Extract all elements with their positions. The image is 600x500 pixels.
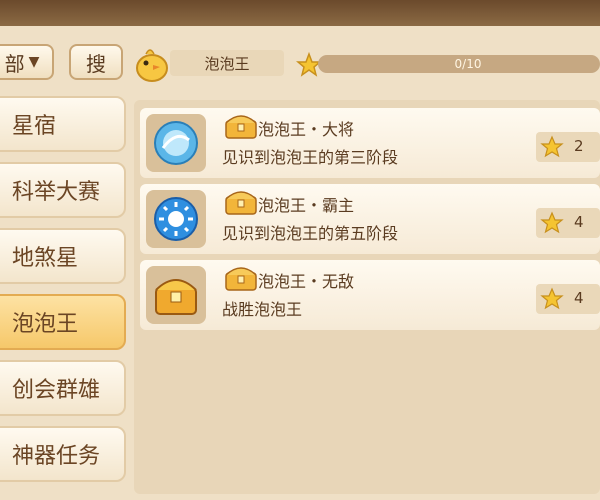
sidebar-item-label: 地煞星 bbox=[12, 246, 79, 271]
achievement-row[interactable]: 泡泡王・霸主 见识到泡泡王的第五阶段 4 bbox=[140, 184, 600, 254]
reward-points: 2 bbox=[574, 137, 584, 155]
sidebar-item-label: 神器任务 bbox=[12, 444, 101, 469]
sidebar: 星宿 科举大赛 地煞星 泡泡王 创会群雄 神器任务 bbox=[0, 96, 128, 500]
achievement-desc: 见识到泡泡王的第五阶段 bbox=[222, 224, 399, 243]
achievement-title: 泡泡王・大将 bbox=[258, 120, 355, 139]
sidebar-item-label: 泡泡王 bbox=[12, 312, 79, 337]
gold-chest-icon bbox=[155, 279, 197, 315]
reward-points: 4 bbox=[574, 289, 584, 307]
achievement-icon-frame bbox=[146, 190, 206, 248]
achievement-desc: 见识到泡泡王的第三阶段 bbox=[222, 148, 399, 167]
star-icon bbox=[540, 211, 564, 234]
category-select[interactable]: 部 ▼ bbox=[0, 44, 54, 80]
blue-orb-icon bbox=[154, 121, 198, 165]
progress-text: 0/10 bbox=[454, 57, 482, 71]
blue-sun-orb-icon bbox=[154, 197, 198, 241]
achievement-row[interactable]: 泡泡王・大将 见识到泡泡王的第三阶段 2 bbox=[140, 108, 600, 178]
achievement-title: 泡泡王・无敌 bbox=[258, 272, 355, 291]
sidebar-item-shenqi[interactable]: 神器任务 bbox=[0, 426, 126, 482]
chest-icon bbox=[225, 191, 257, 215]
star-icon bbox=[540, 287, 564, 310]
achievement-icon-frame bbox=[146, 266, 206, 324]
top-banner bbox=[0, 0, 600, 29]
reward-box: 4 bbox=[536, 284, 600, 314]
achievement-desc: 战胜泡泡王 bbox=[222, 300, 303, 319]
sidebar-item-label: 星宿 bbox=[12, 114, 57, 139]
sidebar-item-xingxiu[interactable]: 星宿 bbox=[0, 96, 126, 152]
sidebar-item-dishaxing[interactable]: 地煞星 bbox=[0, 228, 126, 284]
reward-points: 4 bbox=[574, 213, 584, 231]
chest-icon bbox=[225, 115, 257, 139]
star-icon bbox=[540, 135, 564, 158]
chest-icon bbox=[225, 267, 257, 291]
reward-box: 4 bbox=[536, 208, 600, 238]
achievement-title: 泡泡王・霸主 bbox=[258, 196, 355, 215]
sidebar-item-label: 创会群雄 bbox=[12, 378, 101, 403]
sidebar-item-label: 科举大赛 bbox=[12, 180, 101, 205]
chevron-down-icon: ▼ bbox=[28, 54, 40, 70]
target-name: 泡泡王 bbox=[170, 50, 284, 76]
achievement-row[interactable]: 泡泡王・无敌 战胜泡泡王 4 bbox=[140, 260, 600, 330]
reward-box: 2 bbox=[536, 132, 600, 162]
search-button[interactable]: 搜 bbox=[69, 44, 123, 80]
achievement-icon-frame bbox=[146, 114, 206, 172]
category-select-label: 部 bbox=[4, 51, 25, 76]
sidebar-item-paopaowang[interactable]: 泡泡王 bbox=[0, 294, 126, 350]
sidebar-item-chuanghui[interactable]: 创会群雄 bbox=[0, 360, 126, 416]
chick-icon bbox=[136, 49, 168, 82]
sidebar-item-keju[interactable]: 科举大赛 bbox=[0, 162, 126, 218]
